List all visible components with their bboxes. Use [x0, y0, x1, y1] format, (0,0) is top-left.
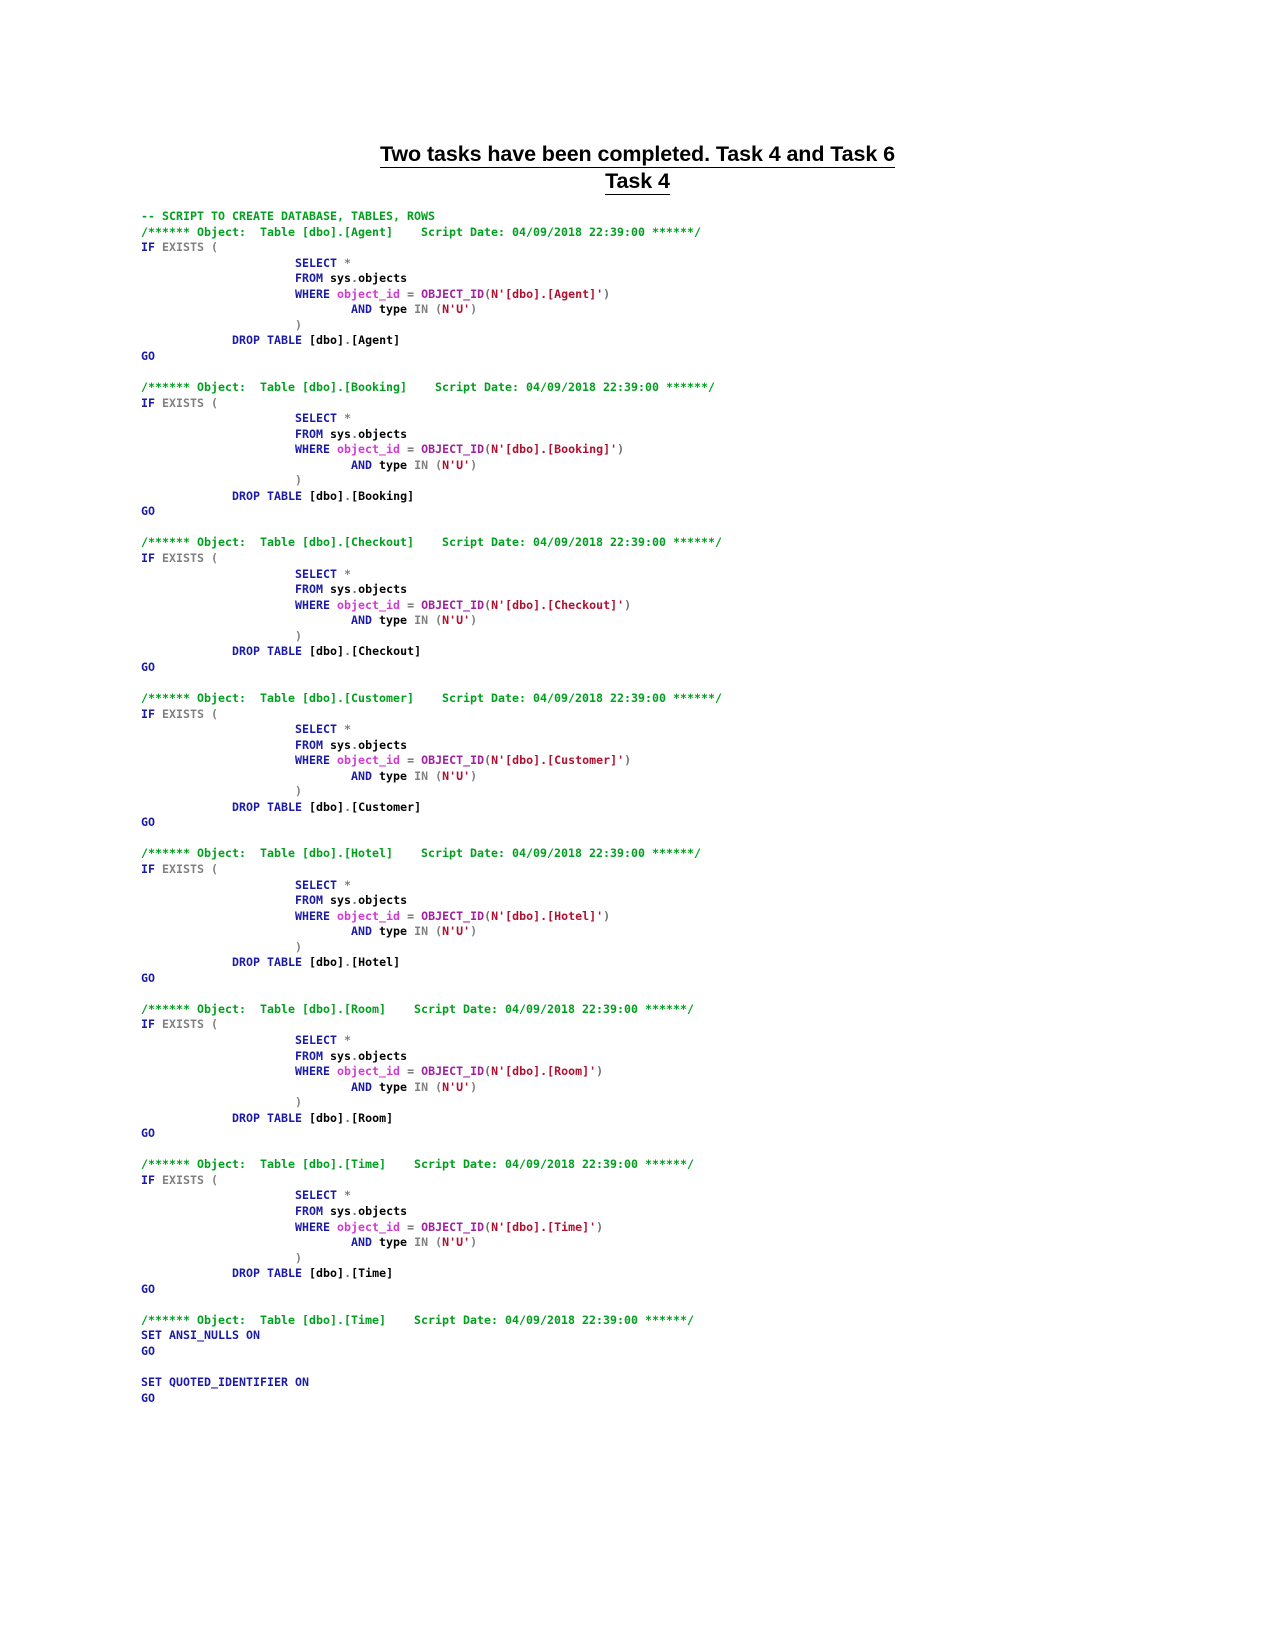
page-subtitle: Task 4 [0, 168, 1275, 195]
page-title: Two tasks have been completed. Task 4 an… [0, 141, 1275, 168]
sql-code-block: -- SCRIPT TO CREATE DATABASE, TABLES, RO… [141, 209, 1141, 1406]
document-heading-block: Two tasks have been completed. Task 4 an… [0, 141, 1275, 195]
document-page: Two tasks have been completed. Task 4 an… [0, 0, 1275, 1650]
sql-source: -- SCRIPT TO CREATE DATABASE, TABLES, RO… [141, 209, 723, 1405]
page-title-text: Two tasks have been completed. Task 4 an… [380, 142, 895, 168]
page-subtitle-text: Task 4 [605, 169, 670, 195]
